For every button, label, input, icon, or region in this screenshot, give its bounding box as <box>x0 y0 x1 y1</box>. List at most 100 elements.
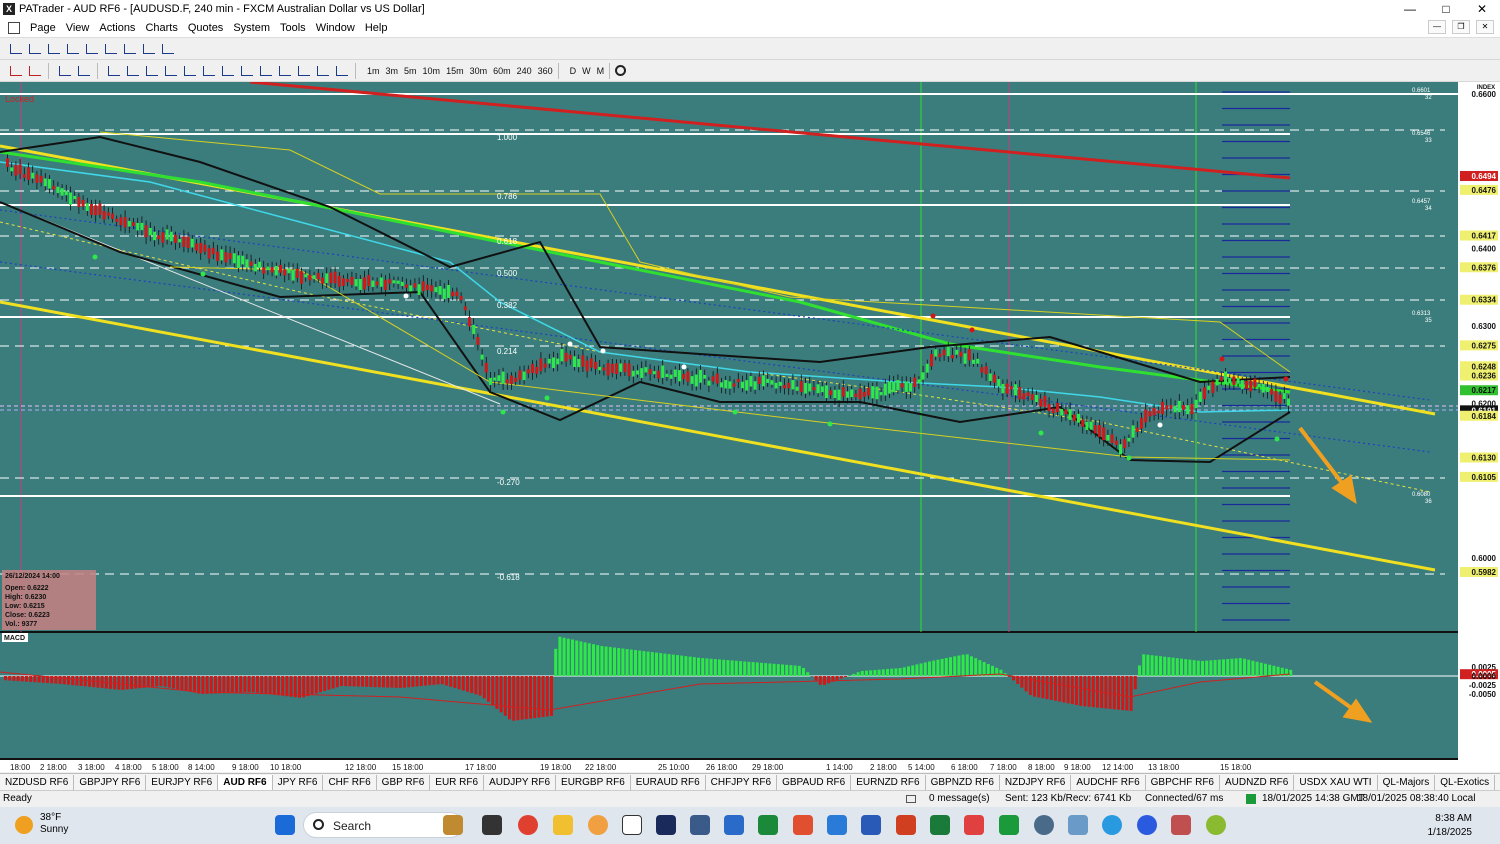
symbol-tab[interactable]: NZDJPY RF6 <box>1000 774 1072 790</box>
pointer-icon[interactable] <box>106 64 122 78</box>
timeframe-360[interactable]: 360 <box>538 66 553 76</box>
crosshair-icon[interactable] <box>76 64 92 78</box>
close-icon[interactable]: ✕ <box>1464 0 1500 18</box>
cycle-lines-icon[interactable] <box>258 64 274 78</box>
trading-app-icon[interactable] <box>656 815 676 835</box>
sun-icon[interactable] <box>15 816 33 834</box>
symbol-tab[interactable]: EURGBP RF6 <box>556 774 631 790</box>
candle-chart-icon[interactable] <box>27 42 43 56</box>
app-s-blue-icon[interactable] <box>827 815 847 835</box>
photos-icon[interactable] <box>1068 815 1088 835</box>
clock-icon[interactable] <box>615 65 627 76</box>
symbol-tab[interactable]: JPY RF6 <box>273 774 324 790</box>
line-chart-icon[interactable] <box>46 42 62 56</box>
symbol-tab[interactable]: GBPCHF RF6 <box>1146 774 1220 790</box>
erase-tool-icon[interactable] <box>334 64 350 78</box>
timeframe-30m[interactable]: 30m <box>470 66 488 76</box>
symbol-tab[interactable]: CHFJPY RF6 <box>706 774 778 790</box>
symbol-tab[interactable]: EURJPY RF6 <box>146 774 219 790</box>
telegram-icon[interactable] <box>1102 815 1122 835</box>
volume-chart-icon[interactable] <box>141 42 157 56</box>
symbol-tab[interactable]: EUR RF6 <box>430 774 485 790</box>
windows-start-icon[interactable] <box>275 815 295 835</box>
gann-fan-icon[interactable] <box>239 64 255 78</box>
menu-actions[interactable]: Actions <box>99 22 135 34</box>
menu-help[interactable]: Help <box>365 22 388 34</box>
minimize-icon[interactable]: — <box>1392 0 1428 18</box>
channel-icon[interactable] <box>182 64 198 78</box>
app-red-icon[interactable] <box>1171 815 1191 835</box>
trend-chart-icon[interactable] <box>122 42 138 56</box>
menu-view[interactable]: View <box>66 22 90 34</box>
rectangle-icon[interactable] <box>277 64 293 78</box>
chart-app-icon[interactable] <box>758 815 778 835</box>
symbol-tab[interactable]: GBPNZD RF6 <box>926 774 1000 790</box>
settings-icon[interactable] <box>1034 815 1054 835</box>
zoom-icon[interactable] <box>1137 815 1157 835</box>
timeframe-60m[interactable]: 60m <box>493 66 511 76</box>
trendline-icon[interactable] <box>163 64 179 78</box>
status-messages[interactable]: 0 message(s) <box>929 793 990 804</box>
symbol-tab[interactable]: USDX RF6 <box>1495 775 1500 790</box>
file-explorer-icon[interactable] <box>553 815 573 835</box>
point-figure-icon[interactable] <box>84 42 100 56</box>
indicator-icon[interactable] <box>57 64 73 78</box>
chart-page-icon[interactable] <box>8 21 20 34</box>
timeframe-10m[interactable]: 10m <box>423 66 441 76</box>
symbol-tab[interactable]: QL-Majors <box>1378 774 1436 790</box>
timeframe-d[interactable]: D <box>570 66 577 76</box>
timeframe-5m[interactable]: 5m <box>404 66 417 76</box>
timeframe-3m[interactable]: 3m <box>386 66 399 76</box>
symbol-tab[interactable]: NZDUSD RF6 <box>0 774 75 790</box>
patrader-taskbar-icon[interactable] <box>622 815 642 835</box>
mdi-close-icon[interactable]: ✕ <box>1476 20 1494 34</box>
symbol-tab[interactable]: AUD RF6 <box>218 774 273 790</box>
symbol-tab[interactable]: EURNZD RF6 <box>851 774 926 790</box>
excel-icon[interactable] <box>930 815 950 835</box>
maximize-icon[interactable]: □ <box>1428 0 1464 18</box>
task-view-icon[interactable] <box>482 815 502 835</box>
chrome-icon[interactable] <box>518 815 538 835</box>
weather-desc[interactable]: Sunny <box>40 824 68 836</box>
symbol-tab[interactable]: AUDNZD RF6 <box>1220 774 1295 790</box>
arrow-tool-icon[interactable] <box>315 64 331 78</box>
briefcase-icon[interactable] <box>443 815 463 835</box>
message-icon[interactable] <box>906 795 916 803</box>
app-orange-icon[interactable] <box>588 815 608 835</box>
histogram-icon[interactable] <box>160 42 176 56</box>
word-icon[interactable] <box>861 815 881 835</box>
sell-icon[interactable] <box>27 64 43 78</box>
symbol-tab[interactable]: USDX XAU WTI <box>1294 774 1378 790</box>
buy-icon[interactable] <box>8 64 24 78</box>
symbol-tab[interactable]: GBPJPY RF6 <box>74 774 147 790</box>
fibonacci-icon[interactable] <box>201 64 217 78</box>
powerpoint-icon[interactable] <box>896 815 916 835</box>
symbol-tab[interactable]: AUDJPY RF6 <box>484 774 557 790</box>
chart-canvas[interactable]: 1.000 0.786 0.618 0.500 0.382 0.214 -0.2… <box>0 80 1500 772</box>
symbol-tab[interactable]: GBPAUD RF6 <box>777 774 852 790</box>
bar-chart-icon[interactable] <box>8 42 24 56</box>
menu-tools[interactable]: Tools <box>280 22 306 34</box>
symbol-tab[interactable]: EURAUD RF6 <box>631 774 706 790</box>
timeframe-w[interactable]: W <box>582 66 591 76</box>
symbol-tab[interactable]: GBP RF6 <box>377 774 431 790</box>
area-chart-icon[interactable] <box>65 42 81 56</box>
symbol-tab[interactable]: QL-Exotics <box>1435 774 1496 790</box>
clock[interactable]: 8:38 AM 1/18/2025 <box>1428 812 1473 840</box>
app-c-red-icon[interactable] <box>964 815 984 835</box>
mdi-restore-icon[interactable]: ❐ <box>1452 20 1470 34</box>
text-tool-icon[interactable] <box>296 64 312 78</box>
symbol-tab[interactable]: CHF RF6 <box>323 774 377 790</box>
price-chart[interactable]: 1.000 0.786 0.618 0.500 0.382 0.214 -0.2… <box>0 80 1500 772</box>
weather-temp[interactable]: 38°F <box>40 812 68 824</box>
timeframe-15m[interactable]: 15m <box>446 66 464 76</box>
app-s-red-icon[interactable] <box>793 815 813 835</box>
timeframe-1m[interactable]: 1m <box>367 66 380 76</box>
notes-icon[interactable] <box>724 815 744 835</box>
horizontal-line-icon[interactable] <box>125 64 141 78</box>
app-w-icon[interactable] <box>1206 815 1226 835</box>
symbol-tab[interactable]: AUDCHF RF6 <box>1071 774 1146 790</box>
calculator-icon[interactable] <box>690 815 710 835</box>
vertical-line-icon[interactable] <box>144 64 160 78</box>
menu-page[interactable]: Page <box>30 22 56 34</box>
